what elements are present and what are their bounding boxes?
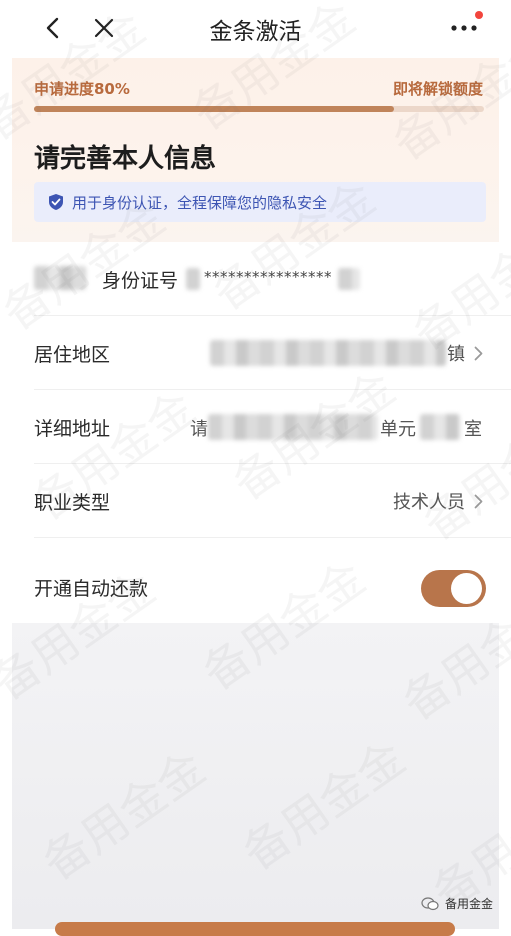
privacy-text: 用于身份认证，全程保障您的隐私安全 (72, 193, 328, 212)
address-suffix: 单元 (380, 419, 416, 440)
id-number-value: **************** (204, 268, 332, 286)
autopay-label: 开通自动还款 (34, 578, 149, 600)
address-prefix: 请 (190, 419, 208, 440)
progress-track (34, 106, 484, 112)
more-dots-icon (451, 25, 477, 31)
page-title-nav: 金条激活 (209, 19, 302, 45)
toggle-knob (451, 573, 482, 604)
redacted-address-room (420, 414, 460, 440)
address-label: 详细地址 (34, 418, 111, 440)
occupation-value: 技术人员 (393, 492, 465, 513)
row-divider (34, 537, 511, 538)
autopay-toggle[interactable] (421, 570, 486, 607)
redacted-id-start (186, 268, 200, 290)
redacted-address (208, 414, 378, 440)
privacy-notice: 用于身份认证，全程保障您的隐私安全 (34, 182, 486, 222)
notification-dot (475, 11, 483, 19)
id-number-label: 身份证号 (102, 270, 179, 292)
residence-row[interactable]: 居住地区 镇 (0, 316, 511, 390)
id-number-row: 身份证号 **************** (0, 242, 511, 316)
submit-button-edge[interactable] (55, 922, 455, 936)
address-tail: 室 (464, 419, 482, 440)
residence-label: 居住地区 (34, 344, 111, 366)
info-header-card: 申请进度80% 即将解锁额度 请完善本人信息 用于身份认证，全程保障您的隐私安全 (12, 58, 499, 242)
progress-fill (34, 106, 394, 112)
redacted-name (34, 266, 86, 290)
wechat-icon (421, 896, 439, 910)
footer-account-name: 备用金金 (444, 897, 493, 911)
footer-account-tag: 备用金金 (421, 895, 493, 912)
address-row[interactable]: 详细地址 请 单元 室 (0, 390, 511, 464)
shield-icon (49, 194, 63, 210)
bottom-panel (12, 623, 499, 929)
progress-label: 申请进度80% (34, 80, 130, 98)
redacted-residence (210, 340, 446, 366)
redacted-id-end (338, 268, 360, 290)
chevron-right-icon (474, 346, 483, 361)
occupation-row[interactable]: 职业类型 技术人员 (0, 464, 511, 538)
unlock-label: 即将解锁额度 (392, 80, 483, 98)
navigation-bar: 金条激活 (0, 0, 511, 58)
page-title: 请完善本人信息 (34, 144, 217, 174)
chevron-right-icon (474, 494, 483, 509)
residence-value-tail: 镇 (447, 344, 465, 365)
occupation-label: 职业类型 (34, 492, 111, 514)
